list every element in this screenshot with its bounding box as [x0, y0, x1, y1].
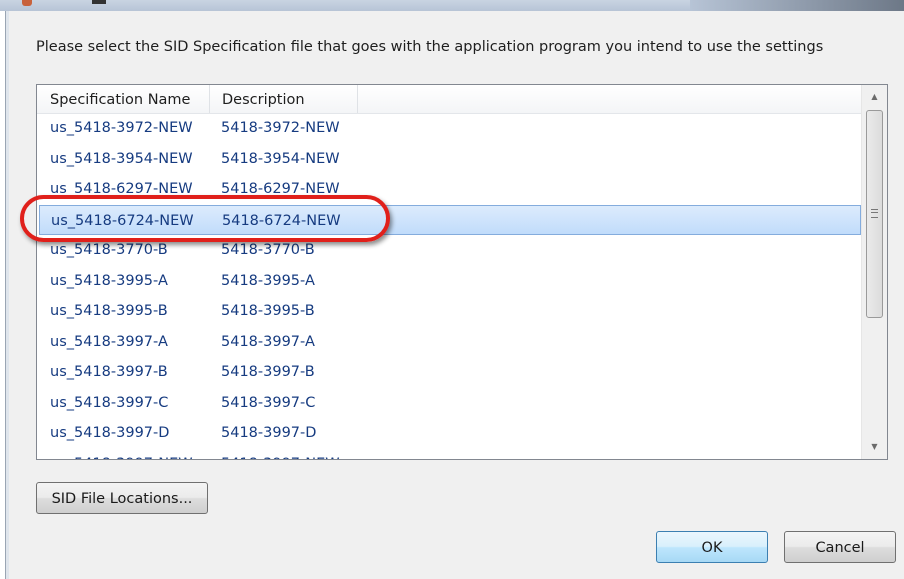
titlebar-shade — [690, 0, 904, 11]
cell-specification-name: us_5418-3954-NEW — [50, 150, 193, 167]
table-row[interactable]: us_5418-3997-NEW 5418-3997-NEW — [37, 449, 861, 460]
vertical-scrollbar[interactable]: ▲ ▼ — [861, 85, 887, 459]
cell-specification-name: us_5418-3997-B — [50, 364, 168, 380]
table-row[interactable]: us_5418-3997-C 5418-3997-C — [37, 388, 861, 419]
cell-description: 5418-3995-B — [221, 303, 315, 319]
cell-description: 5418-3972-NEW — [221, 120, 340, 136]
column-header-specification-name[interactable]: Specification Name — [37, 85, 210, 113]
red-highlight-annotation — [20, 195, 390, 242]
instruction-text: Please select the SID Specification file… — [36, 39, 824, 55]
sid-file-locations-button[interactable]: SID File Locations... — [36, 482, 208, 514]
sid-specification-list[interactable]: Specification Name Description us_5418-3… — [36, 84, 888, 460]
list-header: Specification Name Description — [37, 85, 861, 114]
window-title-fragment — [92, 0, 106, 4]
scrollbar-thumb[interactable] — [866, 110, 883, 318]
table-row[interactable]: us_5418-3997-A 5418-3997-A — [37, 327, 861, 358]
cell-specification-name: us_5418-3997-A — [50, 333, 168, 350]
grip-icon — [871, 209, 878, 218]
chevron-up-icon[interactable]: ▲ — [862, 85, 887, 109]
cell-description: 5418-3997-A — [221, 333, 315, 350]
cell-description: 5418-3997-B — [221, 364, 315, 380]
column-header-description[interactable]: Description — [210, 85, 358, 113]
cell-specification-name: us_5418-3997-C — [50, 394, 169, 411]
list-rows: us_5418-3972-NEW 5418-3972-NEW us_5418-395… — [37, 113, 861, 460]
table-row[interactable]: us_5418-3972-NEW 5418-3972-NEW — [37, 113, 861, 144]
cancel-button[interactable]: Cancel — [784, 531, 896, 563]
cell-description: 5418-3997-NEW — [221, 449, 340, 460]
table-row[interactable]: us_5418-3997-B 5418-3997-B — [37, 357, 861, 388]
table-row[interactable]: us_5418-3997-D 5418-3997-D — [37, 418, 861, 449]
cell-specification-name: us_5418-3997-D — [50, 425, 170, 441]
cell-description: 5418-3997-D — [221, 425, 317, 441]
cell-description: 5418-3997-C — [221, 394, 316, 411]
cell-specification-name: us_5418-3995-B — [50, 303, 168, 319]
cell-specification-name: us_5418-3997-NEW — [50, 449, 193, 460]
cell-description: 5418-3995-A — [221, 272, 315, 289]
table-row[interactable]: us_5418-3995-A 5418-3995-A — [37, 266, 861, 297]
app-icon — [22, 0, 32, 6]
table-row[interactable]: us_5418-3995-B 5418-3995-B — [37, 296, 861, 327]
cell-specification-name: us_5418-3995-A — [50, 272, 168, 289]
ok-button[interactable]: OK — [656, 531, 768, 563]
cell-specification-name: us_5418-3972-NEW — [50, 120, 193, 136]
table-row[interactable]: us_5418-3954-NEW 5418-3954-NEW — [37, 144, 861, 175]
chevron-down-icon[interactable]: ▼ — [862, 435, 887, 459]
cell-description: 5418-3954-NEW — [221, 150, 340, 167]
window-titlebar — [0, 0, 904, 11]
